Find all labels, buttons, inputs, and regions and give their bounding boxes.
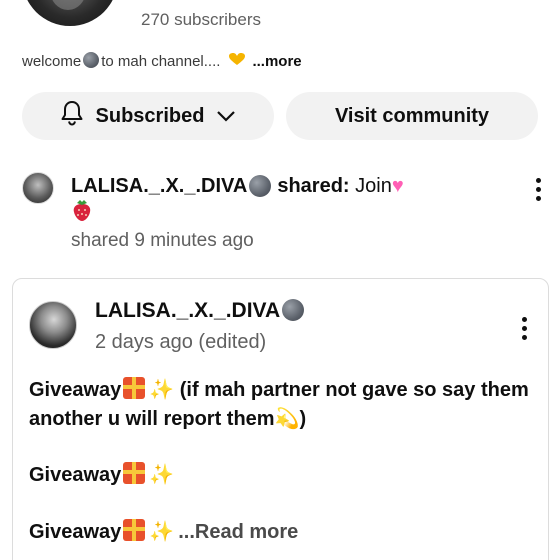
subscriber-count: 270 subscribers xyxy=(141,10,262,29)
chevron-down-icon xyxy=(216,105,236,128)
sparkles-icon: ✨ xyxy=(149,379,175,401)
post-text: ) xyxy=(299,408,307,430)
post-timestamp: 2 days ago (edited) xyxy=(95,331,267,353)
post-author-avatar[interactable] xyxy=(29,301,77,349)
share-message: Join xyxy=(355,175,392,197)
dizzy-icon: 💫 xyxy=(274,408,300,430)
visit-community-button[interactable]: Visit community xyxy=(286,92,538,140)
bell-icon xyxy=(60,100,84,132)
post-menu-icon[interactable] xyxy=(522,317,528,344)
pink-heart-icon: ♥ xyxy=(391,175,404,197)
moon-emoji-icon xyxy=(83,52,100,68)
post-line: Giveaway ✨ xyxy=(29,461,174,490)
subscribed-button[interactable]: Subscribed xyxy=(22,92,274,140)
read-more-link[interactable]: ...Read more xyxy=(178,521,298,543)
channel-avatar[interactable] xyxy=(22,0,118,26)
subscribed-label: Subscribed xyxy=(95,104,205,127)
gift-icon xyxy=(123,377,146,399)
post-author-name: LALISA._.X._.DIVA xyxy=(95,299,281,322)
gift-icon xyxy=(123,462,146,484)
post-text: Giveaway xyxy=(29,379,122,401)
description-more-link[interactable]: ...more xyxy=(252,53,301,70)
description-text-rest: to mah channel.... xyxy=(101,52,221,70)
heart-hands-icon xyxy=(228,52,246,70)
share-timestamp: shared 9 minutes ago xyxy=(71,230,254,251)
channel-description[interactable]: welcome to mah channel.... ...more xyxy=(22,52,302,70)
community-post-card[interactable]: LALISA._.X._.DIVA 2 days ago (edited) Gi… xyxy=(12,278,549,560)
sharer-name[interactable]: LALISA._.X._.DIVA xyxy=(71,175,247,197)
post-line: Giveaway ✨ ...Read more xyxy=(29,518,298,547)
gift-icon xyxy=(123,519,146,541)
sparkles-icon: ✨ xyxy=(149,521,175,543)
share-menu-icon[interactable] xyxy=(536,178,542,205)
strawberry-icon xyxy=(71,198,93,228)
sparkles-icon: ✨ xyxy=(149,464,175,486)
moon-emoji-icon xyxy=(249,174,272,197)
share-verb: shared: xyxy=(277,175,350,197)
description-text: welcome xyxy=(22,52,82,70)
share-text: LALISA._.X._.DIVA shared: Join♥ xyxy=(71,172,491,200)
post-line: Giveaway ✨ (if mah partner not gave so sa… xyxy=(29,376,529,434)
post-author[interactable]: LALISA._.X._.DIVA xyxy=(95,299,306,323)
sharer-avatar[interactable] xyxy=(22,172,54,204)
moon-emoji-icon xyxy=(282,299,305,321)
post-text: Giveaway xyxy=(29,464,122,486)
post-text: Giveaway xyxy=(29,521,122,543)
